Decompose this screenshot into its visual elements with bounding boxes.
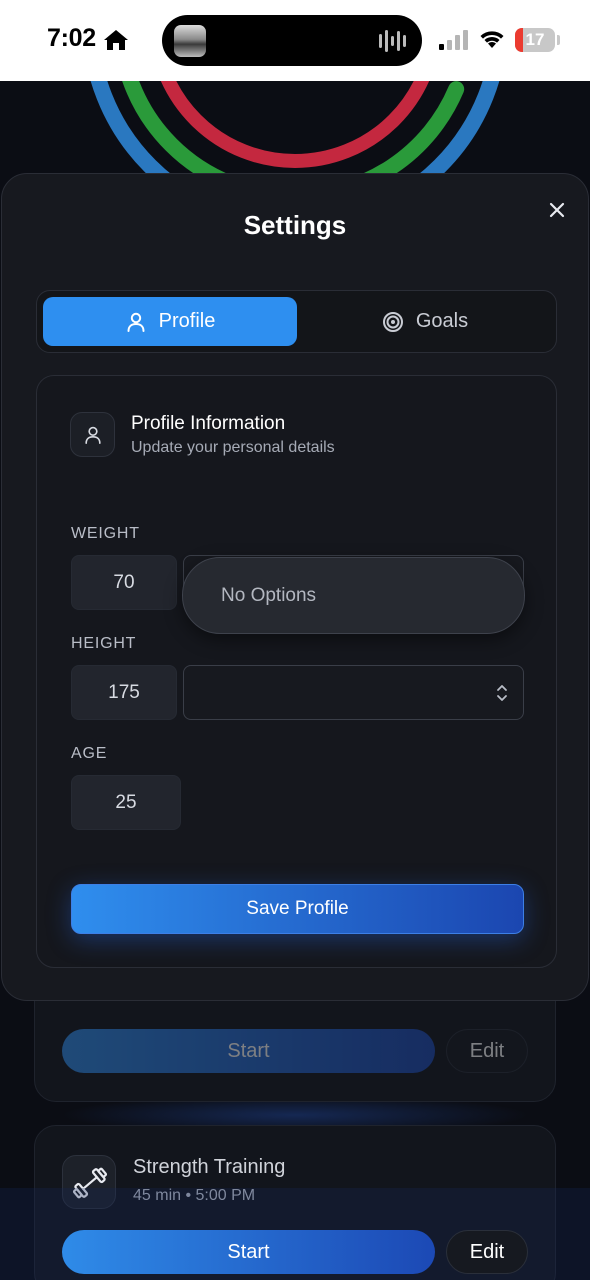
target-icon (382, 311, 403, 332)
user-icon (84, 426, 101, 444)
dropdown-empty-text: No Options (221, 585, 317, 606)
tab-label: Profile (158, 310, 216, 332)
status-time: 7:02 (47, 24, 96, 52)
height-input[interactable]: 175 (71, 665, 177, 720)
settings-modal: Settings Profile Goals Profile Informati… (1, 173, 589, 1001)
section-subtitle: Update your personal details (131, 439, 335, 456)
chevron-updown-icon (497, 685, 507, 701)
user-icon (127, 312, 145, 332)
tab-goals[interactable]: Goals (298, 297, 552, 346)
section-title: Profile Information (131, 413, 286, 434)
height-unit-select[interactable] (183, 665, 524, 720)
close-icon[interactable] (543, 196, 571, 224)
age-label: AGE (71, 745, 108, 762)
save-profile-button[interactable]: Save Profile (71, 884, 524, 934)
cellular-signal-icon (439, 30, 468, 50)
battery-indicator: 17 (515, 28, 555, 52)
unit-dropdown-popover[interactable]: No Options (182, 557, 525, 634)
audio-waveform-icon (379, 30, 406, 52)
settings-tabs: Profile Goals (36, 290, 557, 353)
modal-title: Settings (243, 210, 347, 240)
weight-label: WEIGHT (71, 525, 140, 542)
age-input[interactable]: 25 (71, 775, 181, 830)
edit-button[interactable]: Edit (446, 1029, 528, 1073)
workout-title: Strength Training (133, 1156, 286, 1178)
battery-tip (557, 35, 560, 45)
profile-panel: Profile Information Update your personal… (36, 375, 557, 968)
battery-percentage: 17 (525, 30, 545, 49)
start-button[interactable]: Start (62, 1029, 435, 1073)
start-button[interactable]: Start (62, 1230, 435, 1274)
edit-button[interactable]: Edit (446, 1230, 528, 1274)
tab-label: Goals (415, 310, 469, 332)
wifi-icon (480, 31, 504, 48)
dynamic-island[interactable] (162, 15, 422, 66)
weight-input[interactable]: 70 (71, 555, 177, 610)
tab-profile[interactable]: Profile (43, 297, 297, 346)
status-bar: 7:02 17 (0, 0, 590, 81)
home-icon (104, 30, 128, 50)
now-playing-thumbnail (174, 25, 206, 57)
profile-section-icon-box (70, 412, 115, 457)
height-label: HEIGHT (71, 635, 137, 652)
